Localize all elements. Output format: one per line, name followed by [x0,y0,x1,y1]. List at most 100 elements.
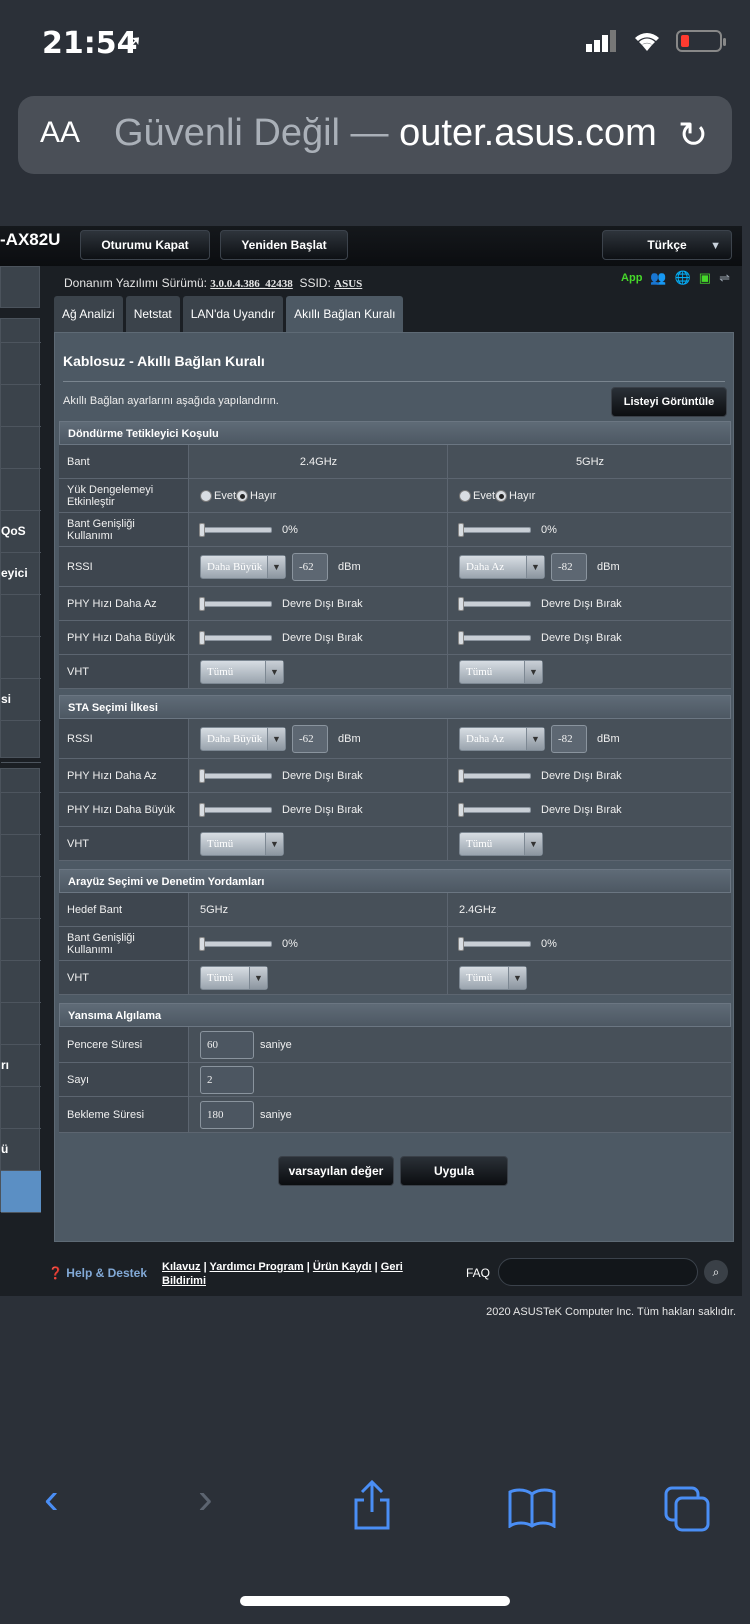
vht-select[interactable]: Tümü ▼ [200,831,284,856]
search-icon[interactable]: ⌕ [704,1260,728,1284]
internet-globe-icon[interactable]: 🌐 [675,270,691,286]
sidebar-top-block[interactable] [0,266,40,308]
faq-search-input[interactable] [498,1258,698,1286]
slider-handle[interactable] [199,936,205,951]
slider-handle[interactable] [458,630,464,645]
sidebar-item[interactable] [1,835,41,877]
sidebar-item-analyzer[interactable]: eyici [1,553,41,595]
slider-handle[interactable] [199,768,205,783]
rssi-input[interactable]: -62 [292,552,328,581]
sidebar-item[interactable] [1,721,41,763]
count-input[interactable]: 2 [200,1065,254,1094]
slider-handle[interactable] [199,522,205,537]
slider[interactable] [458,802,531,817]
vht-select[interactable]: Tümü ▼ [459,831,543,856]
sidebar-item-si[interactable]: si [1,679,41,721]
link-utility[interactable]: Yardımcı Program [210,1261,304,1273]
rssi-compare-select[interactable]: Daha Büyük ▼ [200,726,286,751]
sidebar-item-u[interactable]: ü [1,1129,41,1171]
slider[interactable] [458,630,531,645]
rssi-compare-select[interactable]: Daha Büyük ▼ [200,554,286,579]
tab-wake-on-lan[interactable]: LAN'da Uyandır [182,296,284,332]
vht-select[interactable]: Tümü ▼ [459,965,527,990]
row-label: VHT [59,655,189,688]
forward-icon[interactable]: › [198,1474,213,1524]
network-icon[interactable]: ▣ [699,270,711,286]
sidebar-item[interactable] [1,793,41,835]
logout-button[interactable]: Oturumu Kapat [80,230,210,260]
slider[interactable] [199,768,272,783]
rssi-compare-select[interactable]: Daha Az ▼ [459,554,545,579]
url-text[interactable]: Güvenli Değil — outer.asus.com [114,112,674,155]
default-value-button[interactable]: varsayılan değer [278,1156,394,1186]
language-select[interactable]: Türkçe ▼ [602,230,732,260]
sidebar-item[interactable] [1,595,41,637]
app-link[interactable]: App [621,272,642,284]
radio-no[interactable] [236,489,249,502]
tab-network-analysis[interactable]: Ağ Analizi [54,296,123,332]
slider-handle[interactable] [199,802,205,817]
reader-settings-button[interactable]: AA [40,116,80,150]
reboot-button[interactable]: Yeniden Başlat [220,230,348,260]
link-manual[interactable]: Kılavuz [162,1261,201,1273]
radio-label: Evet [473,489,496,502]
rssi-input[interactable]: -62 [292,724,328,753]
slider[interactable] [199,630,272,645]
back-icon[interactable]: ‹ [44,1474,59,1524]
sidebar-item[interactable] [1,385,41,427]
rssi-input[interactable]: -82 [551,724,587,753]
share-icon[interactable] [352,1480,392,1530]
sidebar-item[interactable] [1,1003,41,1045]
vht-select[interactable]: Tümü ▼ [200,659,284,684]
radio-yes[interactable] [459,489,471,502]
link-product-registration[interactable]: Ürün Kaydı [313,1261,372,1273]
apply-button[interactable]: Uygula [400,1156,508,1186]
clients-icon[interactable]: 👥 [650,270,666,286]
sidebar-item-ri[interactable]: rı [1,1045,41,1087]
slider[interactable] [199,936,272,951]
radio-no[interactable] [495,489,508,502]
tab-smart-connect-rule[interactable]: Akıllı Bağlan Kuralı [286,296,404,332]
sidebar-item[interactable] [1,343,41,385]
usb-icon[interactable]: ⇌ [719,270,730,286]
slider-handle[interactable] [199,596,205,611]
ssid-link[interactable]: ASUS [334,278,362,290]
firmware-version-link[interactable]: 3.0.0.4.386_42438 [210,278,293,290]
slider[interactable] [199,802,272,817]
address-bar[interactable]: AA Güvenli Değil — outer.asus.com ↻ [18,96,732,174]
sidebar-item-active[interactable] [1,1171,41,1213]
slider[interactable] [199,522,272,537]
view-list-button[interactable]: Listeyi Görüntüle [611,387,727,417]
slider[interactable] [199,596,272,611]
help-support[interactable]: ❓ Help & Destek [48,1266,147,1280]
sidebar-item[interactable] [1,427,41,469]
rssi-input[interactable]: -82 [551,552,587,581]
slider-handle[interactable] [458,768,464,783]
slider[interactable] [458,596,531,611]
slider-handle[interactable] [199,630,205,645]
tabs-icon[interactable] [664,1486,710,1532]
sidebar-item[interactable] [1,1087,41,1129]
sidebar-item[interactable] [1,877,41,919]
slider[interactable] [458,768,531,783]
slider[interactable] [458,522,531,537]
slider[interactable] [458,936,531,951]
rssi-compare-select[interactable]: Daha Az ▼ [459,726,545,751]
sidebar-item[interactable] [1,469,41,511]
sidebar-item[interactable] [1,637,41,679]
dwell-time-input[interactable]: 180 [200,1100,254,1129]
radio-yes[interactable] [200,489,212,502]
sidebar-item[interactable] [1,961,41,1003]
vht-select[interactable]: Tümü ▼ [200,965,268,990]
window-time-input[interactable]: 60 [200,1030,254,1059]
slider-handle[interactable] [458,596,464,611]
sidebar-item[interactable] [1,919,41,961]
slider-handle[interactable] [458,802,464,817]
slider-handle[interactable] [458,522,464,537]
slider-handle[interactable] [458,936,464,951]
tab-netstat[interactable]: Netstat [125,296,180,332]
vht-select[interactable]: Tümü ▼ [459,659,543,684]
reload-icon[interactable]: ↻ [678,114,708,156]
bookmarks-icon[interactable] [508,1488,556,1528]
sidebar-item-qos[interactable]: QoS [1,511,41,553]
